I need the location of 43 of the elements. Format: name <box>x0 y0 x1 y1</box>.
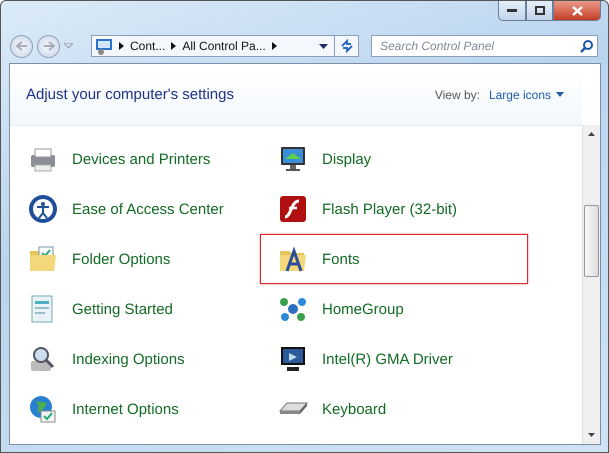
item-link[interactable]: Display <box>322 150 372 168</box>
search-field[interactable]: Search Control Panel <box>371 35 598 57</box>
breadcrumb[interactable]: All Control Pa... <box>182 39 266 53</box>
dropdown-icon <box>556 92 564 97</box>
item-link[interactable]: Fonts <box>322 250 360 268</box>
back-arrow-icon <box>16 41 28 51</box>
search-icon <box>580 40 593 52</box>
search-input[interactable]: Search Control Panel <box>378 38 580 54</box>
item-link[interactable]: Flash Player (32-bit) <box>322 200 458 218</box>
maximize-button[interactable] <box>526 1 553 21</box>
item-link[interactable]: HomeGroup <box>322 300 404 318</box>
refresh-button[interactable] <box>335 35 359 57</box>
scroll-down-icon <box>588 433 595 437</box>
maximize-icon <box>534 6 544 15</box>
item-link[interactable]: Keyboard <box>322 400 386 418</box>
item-link[interactable]: Indexing Options <box>72 350 185 368</box>
minimize-icon <box>507 8 517 12</box>
item-link[interactable]: Ease of Access Center <box>72 200 224 218</box>
item-link[interactable]: Intel(R) GMA Driver <box>322 350 453 368</box>
item-link[interactable]: Folder Options <box>72 250 170 268</box>
address-bar[interactable]: Cont... All Control Pa... <box>91 35 335 57</box>
scrollbar[interactable] <box>582 125 600 444</box>
view-by-dropdown[interactable]: Large icons <box>488 88 564 102</box>
page-title: Adjust your computer's settings <box>26 86 234 103</box>
breadcrumb[interactable]: Cont... <box>130 39 166 53</box>
forward-arrow-icon <box>42 41 54 51</box>
accessibility-icon <box>27 193 59 225</box>
refresh-icon <box>340 39 354 53</box>
close-button[interactable] <box>553 1 601 21</box>
item-link[interactable]: Internet Options <box>72 400 179 418</box>
item-link[interactable]: Getting Started <box>72 300 173 318</box>
flash-icon <box>277 193 309 225</box>
minimize-button[interactable] <box>498 1 526 21</box>
view-by-label: View by: <box>434 88 480 102</box>
scroll-thumb[interactable] <box>584 205 599 277</box>
caret-icon[interactable] <box>119 42 124 50</box>
caret-icon[interactable] <box>272 42 277 50</box>
dropdown-icon <box>319 44 328 48</box>
caret-icon[interactable] <box>171 42 176 50</box>
item-link[interactable]: Devices and Printers <box>72 150 210 168</box>
scroll-up-icon[interactable] <box>588 132 595 136</box>
close-icon <box>572 6 582 16</box>
control-panel-icon <box>95 38 113 54</box>
